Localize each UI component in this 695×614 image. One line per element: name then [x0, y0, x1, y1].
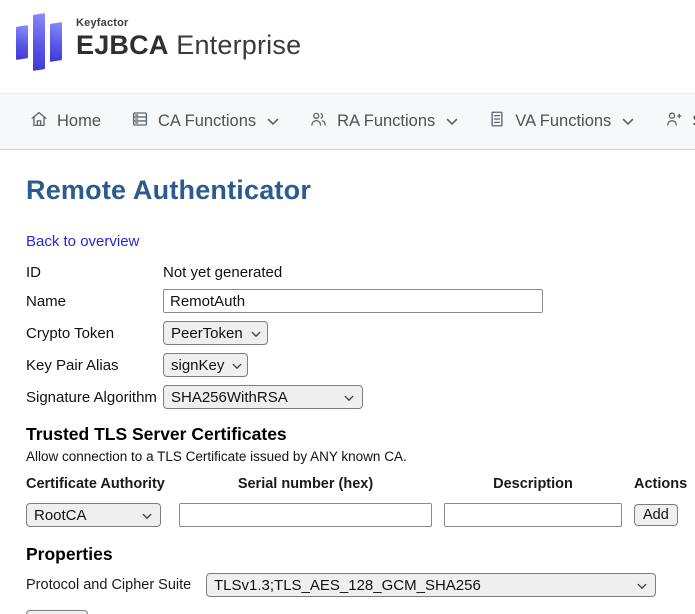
page-title: Remote Authenticator — [26, 175, 695, 206]
table-row: RootCA Add — [26, 503, 695, 527]
crypto-token-label: Crypto Token — [26, 325, 114, 342]
certificate-authority-select[interactable]: RootCA — [26, 503, 161, 527]
certificate-authority-selected-value: RootCA — [34, 507, 87, 524]
col-description: Description — [444, 476, 622, 492]
brand-text: Keyfactor EJBCA Enterprise — [76, 10, 301, 61]
trusted-tls-subtext: Allow connection to a TLS Certificate is… — [26, 449, 695, 464]
trusted-certs-table: Certificate Authority Serial number (hex… — [26, 476, 695, 527]
chevron-down-icon — [232, 357, 242, 374]
nav-label: VA Functions — [515, 112, 611, 131]
back-to-overview-link[interactable]: Back to overview — [26, 233, 139, 250]
signature-algorithm-select[interactable]: SHA256WithRSA — [163, 385, 363, 409]
brand-ejbca: EJBCA — [76, 30, 169, 60]
brand-enterprise: Enterprise — [169, 30, 302, 60]
app-header: Keyfactor EJBCA Enterprise — [0, 0, 695, 93]
id-value: Not yet generated — [163, 264, 282, 281]
brand-keyfactor: Keyfactor — [76, 17, 301, 29]
person-add-icon — [664, 110, 683, 133]
nav-label: RA Functions — [337, 112, 435, 131]
protocol-label: Protocol and Cipher Suite — [26, 577, 206, 593]
protocol-cipher-selected-value: TLSv1.3;TLS_AES_128_GCM_SHA256 — [214, 577, 481, 594]
name-label: Name — [26, 293, 66, 310]
chevron-down-icon — [446, 112, 458, 131]
nav-label: CA Functions — [158, 112, 256, 131]
main-content: Remote Authenticator Back to overview ID… — [0, 150, 695, 614]
nav-item-ca-functions[interactable]: CA Functions — [131, 110, 279, 133]
home-icon — [30, 110, 48, 133]
signature-algorithm-selected-value: SHA256WithRSA — [171, 389, 288, 406]
chevron-down-icon — [344, 389, 354, 406]
server-icon — [131, 110, 149, 133]
main-navbar: Home CA Functions RA Fu — [0, 93, 695, 150]
keyfactor-logo-icon — [11, 10, 67, 74]
chevron-down-icon — [267, 112, 279, 131]
key-pair-alias-selected-value: signKey — [171, 357, 224, 374]
chevron-down-icon — [142, 507, 152, 524]
nav-item-home[interactable]: Home — [30, 110, 101, 133]
key-pair-alias-label: Key Pair Alias — [26, 357, 119, 374]
crypto-token-select[interactable]: PeerToken — [163, 321, 268, 345]
col-actions: Actions — [634, 476, 680, 492]
id-label: ID — [26, 264, 41, 281]
add-button[interactable]: Add — [634, 504, 678, 526]
protocol-cipher-select[interactable]: TLSv1.3;TLS_AES_128_GCM_SHA256 — [206, 573, 656, 597]
authenticator-form: ID Not yet generated Name Crypto Token P… — [26, 264, 695, 409]
chevron-down-icon — [251, 325, 261, 342]
nav-item-ra-functions[interactable]: RA Functions — [309, 110, 458, 133]
trusted-tls-heading: Trusted TLS Server Certificates — [26, 424, 695, 445]
people-icon — [309, 110, 328, 133]
name-input[interactable] — [163, 289, 543, 313]
description-input[interactable] — [444, 503, 622, 527]
crypto-token-selected-value: PeerToken — [171, 325, 243, 342]
create-button[interactable]: Create — [26, 610, 88, 614]
chevron-down-icon — [637, 577, 647, 594]
nav-item-va-functions[interactable]: VA Functions — [488, 110, 634, 133]
nav-label: Home — [57, 112, 101, 131]
nav-item-supervision-functions[interactable]: Supervision Functions — [664, 110, 695, 133]
document-icon — [488, 110, 506, 133]
chevron-down-icon — [622, 112, 634, 131]
serial-number-input[interactable] — [179, 503, 432, 527]
key-pair-alias-select[interactable]: signKey — [163, 353, 248, 377]
properties-heading: Properties — [26, 544, 695, 565]
col-serial-number: Serial number (hex) — [179, 476, 432, 492]
col-certificate-authority: Certificate Authority — [26, 476, 167, 492]
trusted-certs-table-header: Certificate Authority Serial number (hex… — [26, 476, 695, 492]
protocol-row: Protocol and Cipher Suite TLSv1.3;TLS_AE… — [26, 573, 695, 597]
signature-algorithm-label: Signature Algorithm — [26, 389, 157, 406]
